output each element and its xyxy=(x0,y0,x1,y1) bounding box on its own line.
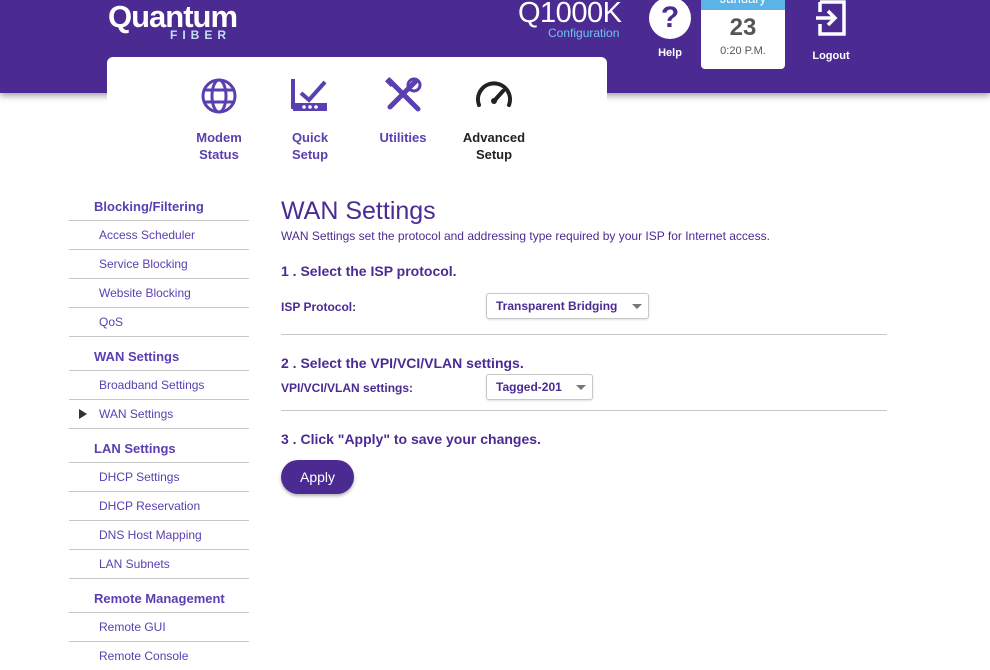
nav-label: Quick xyxy=(291,130,329,145)
question-mark-icon: ? xyxy=(649,0,691,39)
sidebar-section-wan[interactable]: WAN Settings xyxy=(69,337,249,371)
configuration-label: Configuration xyxy=(548,26,620,40)
sidebar-item-label: WAN Settings xyxy=(99,407,174,421)
selected-arrow-icon xyxy=(79,409,87,419)
logo-subtext: FIBER xyxy=(170,28,231,42)
sidebar-item-wan-settings[interactable]: WAN Settings xyxy=(69,400,249,429)
nav-utilities[interactable]: Utilities xyxy=(358,77,448,146)
sidebar-item-remote-console[interactable]: Remote Console xyxy=(69,642,249,670)
isp-protocol-label: ISP Protocol: xyxy=(281,300,357,314)
sidebar-item-broadband-settings[interactable]: Broadband Settings xyxy=(69,371,249,400)
help-label: Help xyxy=(658,47,682,59)
apply-button[interactable]: Apply xyxy=(281,460,354,494)
nav-label: Setup xyxy=(291,147,329,162)
sidebar-item-dhcp-reservation[interactable]: DHCP Reservation xyxy=(69,492,249,521)
isp-protocol-value: Transparent Bridging xyxy=(496,299,618,313)
logout-button[interactable]: Logout xyxy=(808,0,854,62)
nav-label: Modem xyxy=(196,130,242,145)
divider xyxy=(281,334,887,335)
date-month: January xyxy=(701,0,785,10)
nav-label: Setup xyxy=(475,147,513,162)
tools-icon xyxy=(385,77,422,112)
sidebar-item-website-blocking[interactable]: Website Blocking xyxy=(69,279,249,308)
vpi-row: VPI/VCI/VLAN settings: Tagged-201 xyxy=(281,374,887,404)
sidebar-item-dhcp-settings[interactable]: DHCP Settings xyxy=(69,463,249,492)
sidebar-item-remote-gui[interactable]: Remote GUI xyxy=(69,613,249,642)
router-check-icon xyxy=(291,79,327,111)
chevron-down-icon xyxy=(576,385,586,390)
globe-icon xyxy=(201,78,237,114)
logout-label: Logout xyxy=(812,50,850,62)
date-widget: January 23 0:20 P.M. xyxy=(701,0,785,69)
vpi-select[interactable]: Tagged-201 xyxy=(486,374,593,400)
isp-protocol-select[interactable]: Transparent Bridging xyxy=(486,293,649,319)
step-2-heading: 2 . Select the VPI/VCI/VLAN settings. xyxy=(281,355,524,371)
vpi-label: VPI/VCI/VLAN settings: xyxy=(281,381,414,395)
sidebar: Blocking/Filtering Access Scheduler Serv… xyxy=(69,192,249,670)
sidebar-item-service-blocking[interactable]: Service Blocking xyxy=(69,250,249,279)
sidebar-item-dns-host-mapping[interactable]: DNS Host Mapping xyxy=(69,521,249,550)
sidebar-item-qos[interactable]: QoS xyxy=(69,308,249,337)
step-1-heading: 1 . Select the ISP protocol. xyxy=(281,263,457,279)
nav-quick-setup[interactable]: Quick Setup xyxy=(265,77,355,163)
sidebar-item-lan-subnets[interactable]: LAN Subnets xyxy=(69,550,249,579)
nav-modem-status[interactable]: Modem Status xyxy=(174,77,264,163)
date-time: 0:20 P.M. xyxy=(720,45,766,57)
isp-protocol-row: ISP Protocol: Transparent Bridging xyxy=(281,293,887,323)
sidebar-section-lan[interactable]: LAN Settings xyxy=(69,429,249,463)
nav-advanced-setup[interactable]: Advanced Setup xyxy=(449,77,539,163)
nav-label: Status xyxy=(199,147,239,162)
divider xyxy=(281,410,887,411)
model-name: Q1000K xyxy=(518,0,622,29)
page-description: WAN Settings set the protocol and addres… xyxy=(281,229,770,243)
vpi-value: Tagged-201 xyxy=(496,380,562,394)
main-content: WAN Settings WAN Settings set the protoc… xyxy=(281,196,887,494)
sidebar-section-blocking[interactable]: Blocking/Filtering xyxy=(69,192,249,221)
nav-label: Utilities xyxy=(379,130,427,145)
quantum-fiber-logo: Quantum FIBER xyxy=(108,0,238,42)
sidebar-section-remote[interactable]: Remote Management xyxy=(69,579,249,613)
sidebar-item-access-scheduler[interactable]: Access Scheduler xyxy=(69,221,249,250)
main-nav: Modem Status Quick Setup Utilities Advan… xyxy=(107,57,607,177)
nav-label: Advanced xyxy=(462,130,526,145)
logout-icon xyxy=(816,0,846,36)
page-title: WAN Settings xyxy=(281,197,436,225)
chevron-down-icon xyxy=(632,304,642,309)
date-day: 23 xyxy=(729,14,757,41)
step-3-heading: 3 . Click "Apply" to save your changes. xyxy=(281,431,541,447)
help-button[interactable]: ? Help xyxy=(648,0,692,59)
gauge-icon xyxy=(476,81,512,107)
